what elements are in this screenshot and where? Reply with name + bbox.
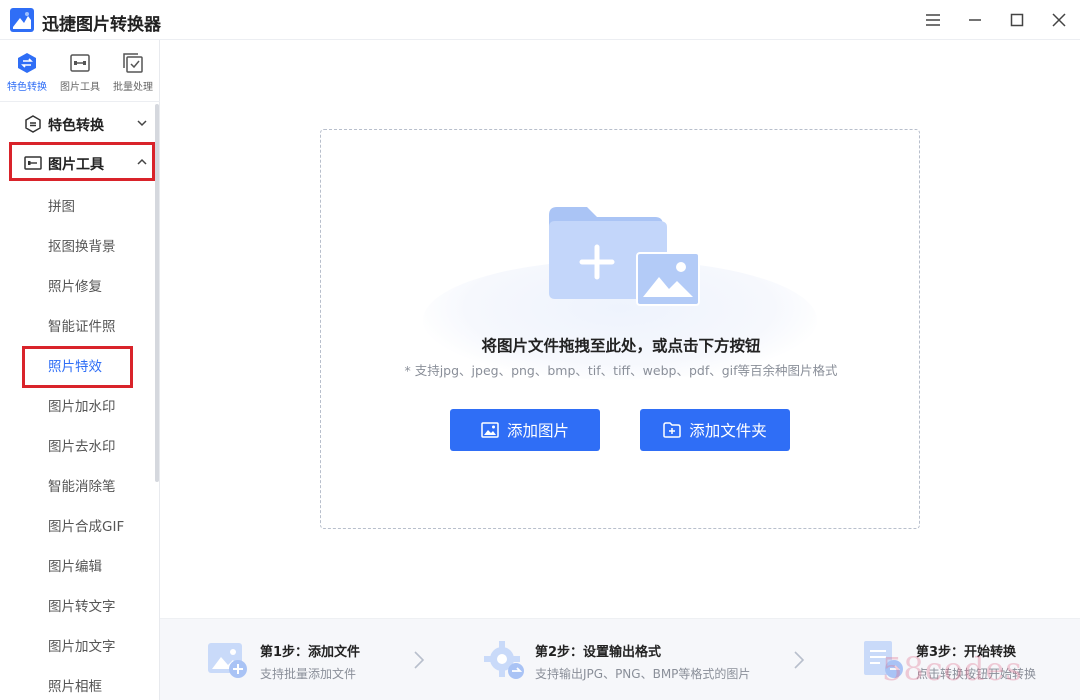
- step-1-title: 第1步：添加文件: [260, 645, 361, 660]
- section-convert[interactable]: 特色转换: [0, 106, 158, 142]
- tool-item[interactable]: 智能消除笔: [48, 475, 116, 495]
- tool-item[interactable]: 照片修复: [48, 275, 102, 295]
- title-bar: 迅捷图片转换器: [0, 0, 1080, 40]
- convert-step-icon: [864, 641, 903, 678]
- tool-item[interactable]: 图片编辑: [48, 555, 102, 575]
- menu-button[interactable]: [921, 8, 945, 32]
- tab-batch[interactable]: 批量处理: [107, 52, 159, 96]
- step-2-desc: 支持输出JPG、PNG、BMP等格式的图片: [535, 667, 751, 681]
- minimize-button[interactable]: [963, 8, 987, 32]
- image-tool-icon: [24, 156, 42, 170]
- tool-item[interactable]: 图片加水印: [48, 395, 116, 415]
- tool-item[interactable]: 图片转文字: [48, 595, 116, 615]
- tool-item[interactable]: 图片加文字: [48, 635, 116, 655]
- step-3-title: 第3步：开始转换: [916, 645, 1017, 660]
- tool-item[interactable]: 智能证件照: [48, 315, 116, 335]
- main-area: 将图片文件拖拽至此处，或点击下方按钮 * 支持jpg、jpeg、png、bmp、…: [160, 40, 1080, 618]
- drop-zone-hint: * 支持jpg、jpeg、png、bmp、tif、tiff、webp、pdf、g…: [404, 363, 838, 378]
- batch-icon: [123, 53, 143, 73]
- minimize-icon: [969, 19, 981, 21]
- add-image-label: 添加图片: [506, 422, 569, 440]
- image-icon: [481, 422, 499, 438]
- sidebar: 特色转换 图片工具 批量处理 特色转换 图片工具 拼图 抠图换背景 照片修复 智…: [0, 40, 160, 700]
- drop-zone[interactable]: 将图片文件拖拽至此处，或点击下方按钮 * 支持jpg、jpeg、png、bmp、…: [320, 129, 920, 529]
- tool-item[interactable]: 图片合成GIF: [48, 515, 124, 535]
- step-2-title: 第2步：设置输出格式: [535, 645, 662, 660]
- drop-zone-title: 将图片文件拖拽至此处，或点击下方按钮: [481, 337, 761, 355]
- add-folder-label: 添加文件夹: [689, 422, 767, 440]
- tab-image-tools-label: 图片工具: [60, 82, 100, 93]
- tab-image-tools[interactable]: 图片工具: [54, 52, 106, 96]
- section-image-tools-label: 图片工具: [48, 157, 104, 173]
- maximize-icon: [1010, 13, 1024, 27]
- convert-icon: [25, 115, 41, 133]
- chevron-up-icon: [137, 158, 147, 165]
- steps-bar: 第1步：添加文件 支持批量添加文件 第2步：设置输出格式 支持输出JPG、PNG…: [160, 618, 1080, 700]
- add-image-button[interactable]: 添加图片: [450, 409, 600, 451]
- menu-icon: [926, 14, 940, 26]
- tool-item[interactable]: 抠图换背景: [48, 235, 116, 255]
- close-icon: [1052, 13, 1066, 27]
- add-folder-illustration-icon: [549, 207, 700, 306]
- app-title: 迅捷图片转换器: [42, 15, 161, 35]
- chevron-right-icon: [794, 651, 805, 669]
- maximize-button[interactable]: [1005, 8, 1029, 32]
- top-tabs: 特色转换 图片工具 批量处理: [0, 40, 160, 102]
- image-tool-icon: [70, 54, 90, 72]
- step-1-desc: 支持批量添加文件: [260, 667, 357, 681]
- folder-plus-icon: [663, 422, 681, 438]
- tool-item[interactable]: 照片相框: [48, 675, 102, 695]
- settings-step-icon: [484, 641, 524, 679]
- section-convert-label: 特色转换: [48, 118, 104, 134]
- close-button[interactable]: [1047, 8, 1071, 32]
- add-folder-button[interactable]: 添加文件夹: [640, 409, 790, 451]
- section-image-tools[interactable]: 图片工具: [0, 145, 158, 181]
- convert-icon: [18, 53, 36, 73]
- step-3-desc: 点击转换按钮开始转换: [916, 667, 1037, 681]
- tool-item[interactable]: 拼图: [48, 195, 75, 215]
- tool-item[interactable]: 图片去水印: [48, 435, 116, 455]
- add-file-step-icon: [208, 643, 247, 678]
- app-logo-icon: [10, 8, 34, 32]
- tab-convert-label: 特色转换: [7, 82, 47, 93]
- tab-batch-label: 批量处理: [113, 82, 153, 93]
- chevron-down-icon: [137, 120, 147, 127]
- tool-item-active[interactable]: 照片特效: [48, 355, 102, 375]
- tab-convert[interactable]: 特色转换: [1, 52, 53, 96]
- chevron-right-icon: [414, 651, 425, 669]
